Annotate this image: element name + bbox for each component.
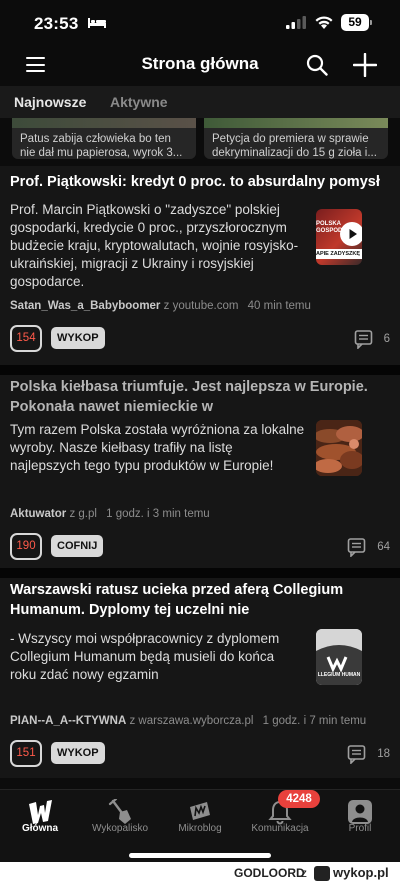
- notifications-badge: 4248: [278, 790, 320, 808]
- comments-count: 64: [377, 541, 390, 553]
- comments-count: 6: [383, 333, 390, 345]
- entry-thumbnail[interactable]: [316, 420, 362, 476]
- status-time: 23:53: [34, 14, 79, 33]
- entry-description: Tym razem Polska została wyróżniona za l…: [10, 422, 305, 473]
- top-bar: Strona główna: [0, 46, 400, 86]
- entry-author[interactable]: Satan_Was_a_Babyboomer: [10, 300, 160, 312]
- nav-label: Profil: [348, 823, 372, 834]
- battery-indicator: 59: [341, 14, 372, 31]
- feed-entry[interactable]: Polska kiełbasa triumfuje. Jest najlepsz…: [0, 375, 400, 568]
- tab-najnowsze[interactable]: Najnowsze: [14, 94, 86, 110]
- entry-separator: [0, 568, 400, 578]
- comments-link[interactable]: 18: [347, 744, 390, 764]
- cofnij-button[interactable]: COFNIJ: [51, 535, 104, 557]
- comments-count: 18: [377, 748, 390, 760]
- wykop-button[interactable]: WYKOP: [51, 742, 105, 764]
- entry-time: 40 min temu: [247, 300, 311, 312]
- entry-thumbnail[interactable]: POLSKA GOSPODA APIE ZADYSZKĘ: [316, 209, 362, 265]
- page-title: Strona główna: [141, 54, 259, 73]
- nav-label: Mikroblog: [178, 823, 222, 834]
- comments-icon: [354, 330, 372, 349]
- app-screen: 23:53 59 Strona główna Najnowsze Aktywne…: [0, 0, 400, 862]
- entry-source[interactable]: z g.pl: [69, 508, 97, 520]
- comments-icon: [347, 538, 366, 557]
- entry-separator: [0, 365, 400, 375]
- featured-card[interactable]: Petycja do premiera w sprawie dekryminal…: [204, 118, 388, 159]
- feed-entry[interactable]: Prof. Piątkowski: kredyt 0 proc. to absu…: [0, 166, 400, 365]
- featured-thumbnail: [204, 118, 388, 128]
- watermark-site: wykop.pl: [333, 865, 389, 880]
- wykop-watermark-icon: [314, 866, 330, 881]
- featured-card[interactable]: Patus zabija człowieka bo ten nie dał mu…: [12, 118, 196, 159]
- watermark-user: GODLOORD: [234, 866, 305, 880]
- feed-tabs: Najnowsze Aktywne: [0, 86, 400, 118]
- shovel-icon: [108, 799, 131, 824]
- comments-link[interactable]: 64: [347, 537, 390, 557]
- entry-meta: Aktuwator z g.pl 1 godz. i 3 min temu: [10, 508, 210, 520]
- nav-label: Wykopalisko: [91, 823, 149, 834]
- bottom-navigation: Główna Wykopalisko Mikroblog Komunikacja: [0, 789, 400, 862]
- entry-time: 1 godz. i 3 min temu: [106, 508, 210, 520]
- featured-carousel: Patus zabija człowieka bo ten nie dał mu…: [0, 118, 400, 166]
- profile-icon: [348, 800, 372, 824]
- nav-label: Główna: [21, 823, 59, 834]
- tab-aktywne[interactable]: Aktywne: [110, 94, 168, 110]
- featured-card-text: Patus zabija człowieka bo ten nie dał mu…: [20, 133, 183, 159]
- entry-meta: PIAN--A_A--KTYWNA z warszawa.wyborcza.pl…: [10, 715, 366, 727]
- vote-count: 151: [10, 740, 42, 767]
- entry-thumbnail[interactable]: LLEGIUM HUMAN: [316, 629, 362, 685]
- status-bar: 23:53 59: [0, 0, 400, 46]
- sausage-image: [316, 420, 362, 476]
- entry-title[interactable]: Prof. Piątkowski: kredyt 0 proc. to absu…: [10, 172, 386, 192]
- wykop-button[interactable]: WYKOP: [51, 327, 105, 349]
- comments-icon: [347, 745, 366, 764]
- nav-label: Komunikacja: [251, 823, 309, 834]
- featured-card-text: Petycja do premiera w sprawie dekryminal…: [212, 133, 377, 159]
- wifi-icon: [315, 16, 333, 29]
- sleep-focus-icon: [88, 18, 106, 28]
- vote-count: 154: [10, 325, 42, 352]
- entry-description: - Wszyscy moi współpracownicy z dyplomem…: [10, 631, 280, 682]
- mikroblog-icon: [190, 802, 210, 820]
- wykop-logo-icon: [29, 800, 52, 824]
- entry-source[interactable]: z warszawa.wyborcza.pl: [129, 715, 253, 727]
- entry-title[interactable]: Warszawski ratusz ucieka przed aferą Col…: [10, 580, 386, 620]
- entry-title[interactable]: Polska kiełbasa triumfuje. Jest najlepsz…: [10, 377, 386, 417]
- comments-link[interactable]: 6: [354, 329, 390, 349]
- entry-description: Prof. Marcin Piątkowski o "zadyszce" pol…: [10, 202, 299, 289]
- vote-count: 190: [10, 533, 42, 560]
- search-icon[interactable]: [306, 54, 328, 76]
- cellular-signal-icon: [286, 16, 306, 29]
- featured-thumbnail: [12, 118, 196, 128]
- entry-source[interactable]: z youtube.com: [164, 300, 239, 312]
- entry-meta: Satan_Was_a_Babyboomer z youtube.com 40 …: [10, 300, 311, 312]
- entry-author[interactable]: Aktuwator: [10, 508, 66, 520]
- entry-author[interactable]: PIAN--A_A--KTYWNA: [10, 715, 126, 727]
- watermark-connector: z: [301, 866, 307, 880]
- entry-time: 1 godz. i 7 min temu: [262, 715, 367, 727]
- play-icon[interactable]: [340, 222, 362, 246]
- watermark: GODLOORD z wykop.pl: [0, 862, 400, 885]
- home-indicator[interactable]: [129, 853, 271, 858]
- add-icon[interactable]: [353, 53, 377, 77]
- feed-entry[interactable]: Warszawski ratusz ucieka przed aferą Col…: [0, 578, 400, 778]
